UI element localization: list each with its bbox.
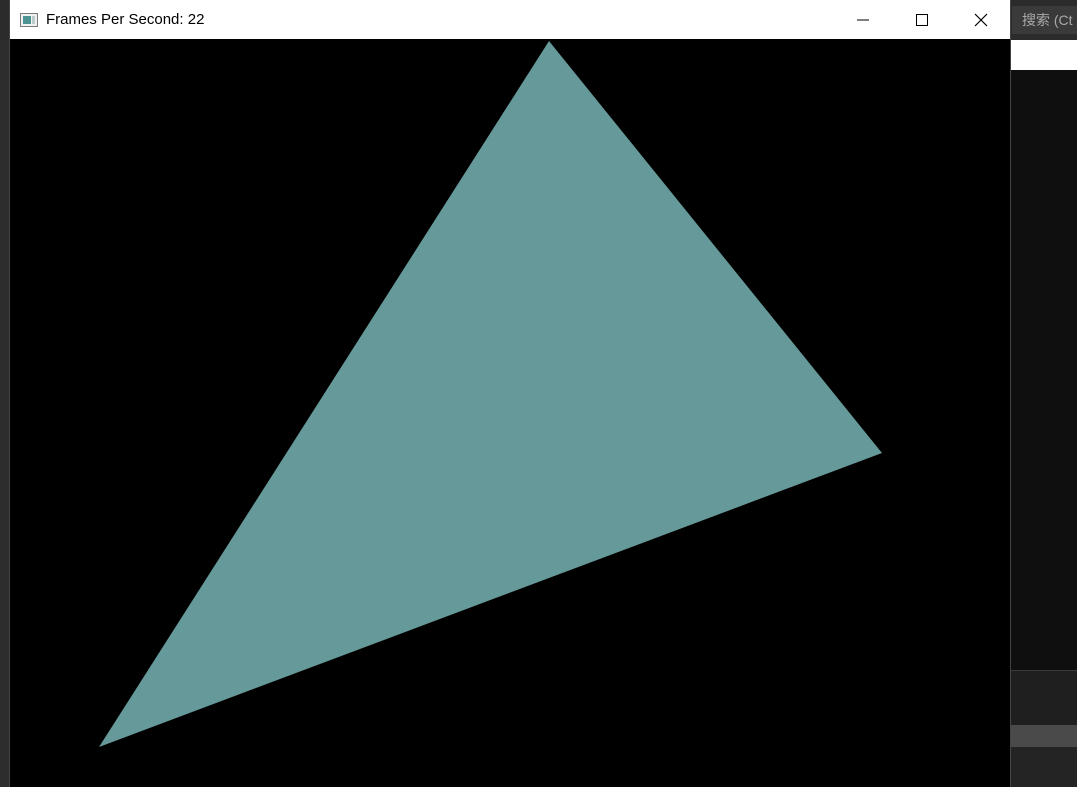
app-window-icon — [20, 12, 38, 27]
maximize-button[interactable] — [892, 0, 951, 39]
background-status-bar — [1010, 747, 1077, 787]
background-output-panel — [1010, 670, 1077, 725]
window-titlebar[interactable]: Frames Per Second: 22 — [10, 0, 1010, 39]
render-viewport[interactable] — [10, 39, 1010, 787]
close-button[interactable] — [951, 0, 1010, 39]
background-editor-panel — [1010, 70, 1077, 670]
render-window: Frames Per Second: 22 — [10, 0, 1010, 787]
background-search-box[interactable]: 搜索 (Ct — [1012, 6, 1077, 34]
window-controls — [833, 0, 1010, 39]
background-scrollbar[interactable] — [1010, 725, 1077, 747]
window-title: Frames Per Second: 22 — [46, 11, 205, 28]
background-left-edge — [0, 40, 10, 787]
minimize-button[interactable] — [833, 0, 892, 39]
background-toolbar — [1010, 40, 1077, 70]
minimize-icon — [856, 19, 869, 20]
close-icon — [974, 13, 987, 26]
maximize-icon — [915, 13, 928, 26]
render-canvas — [10, 39, 1010, 787]
